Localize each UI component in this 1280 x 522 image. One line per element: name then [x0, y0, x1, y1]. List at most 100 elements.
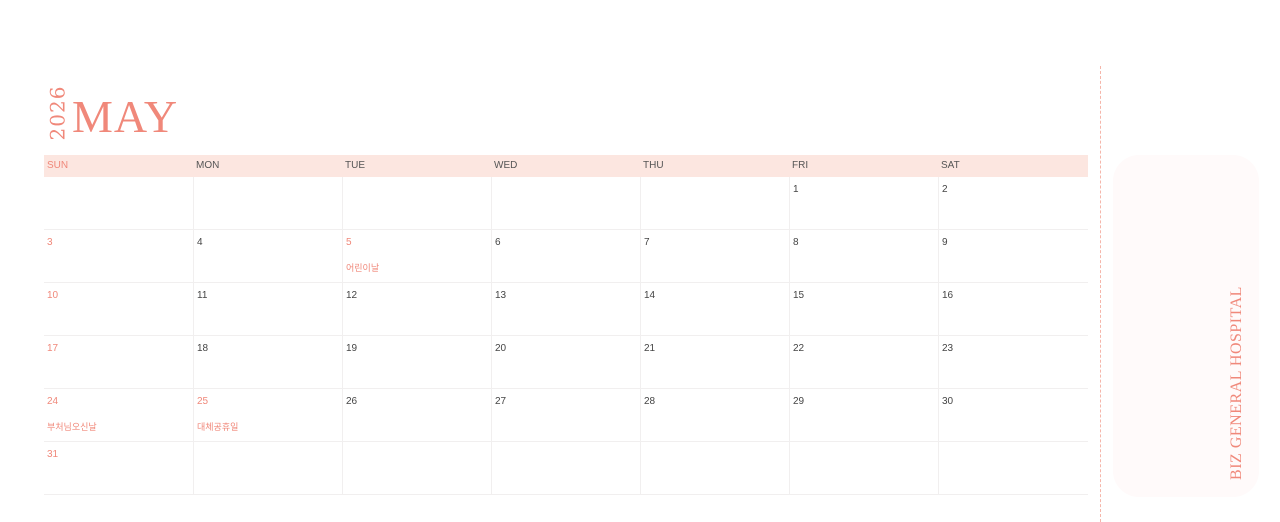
day-cell[interactable]: 11: [193, 283, 342, 335]
day-cell[interactable]: 26: [342, 389, 491, 441]
day-cell[interactable]: 13: [491, 283, 640, 335]
weekday-thu: THU: [643, 160, 664, 171]
weekday-wed: WED: [494, 160, 518, 171]
week-row: 3 4 5 어린이날 6 7 8 9: [44, 230, 1088, 283]
calendar-page: 2026 MAY SUN MON TUE WED THU FRI SAT 123…: [0, 0, 1280, 522]
hospital-name: BIZ GENERAL HOSPITAL: [1222, 280, 1252, 485]
day-cell[interactable]: 23: [938, 336, 1087, 388]
weekday-header-row: SUN MON TUE WED THU FRI SAT: [44, 155, 1088, 177]
weeks-container: 1 2 3 4 5 어린이날 6 7 8 9 10 11 12 13 14 15 16 17 18 19 20 21 22 2…: [44, 177, 1088, 495]
day-cell[interactable]: 12: [342, 283, 491, 335]
day-number: [47, 184, 193, 198]
week-row: 24 부처님오신날 25 대체공휴일 26 27 28 29 30: [44, 389, 1088, 442]
day-number: [346, 449, 491, 463]
day-number: 3: [47, 237, 53, 248]
day-cell[interactable]: [789, 442, 938, 494]
day-number: 18: [197, 343, 209, 354]
week-row: 17 18 19 20 21 22 23: [44, 336, 1088, 389]
day-cell[interactable]: 10: [44, 283, 193, 335]
day-number: 2: [942, 184, 948, 195]
day-number: [495, 449, 640, 463]
day-cell[interactable]: 24 부처님오신날: [44, 389, 193, 441]
day-cell[interactable]: 31: [44, 442, 193, 494]
day-number: [197, 184, 342, 198]
day-number: 29: [793, 396, 805, 407]
dashed-divider: [1100, 66, 1101, 522]
day-cell[interactable]: [193, 177, 342, 229]
day-number: [793, 449, 938, 463]
day-number: 21: [644, 343, 656, 354]
week-row: 31: [44, 442, 1088, 495]
day-number: 12: [346, 290, 358, 301]
day-cell[interactable]: 8: [789, 230, 938, 282]
week-row: 12: [44, 177, 1088, 230]
year-text: 2026: [45, 85, 69, 141]
hospital-name-text: BIZ GENERAL HOSPITAL: [1228, 285, 1246, 480]
day-cell[interactable]: 28: [640, 389, 789, 441]
holiday-label: 대체공휴일: [197, 422, 239, 432]
day-number: 7: [644, 237, 650, 248]
day-number: 11: [197, 290, 208, 301]
day-cell[interactable]: 27: [491, 389, 640, 441]
day-number: 1: [793, 184, 799, 195]
day-cell[interactable]: [342, 442, 491, 494]
day-cell[interactable]: 17: [44, 336, 193, 388]
day-number: 20: [495, 343, 507, 354]
day-cell[interactable]: 2: [938, 177, 1087, 229]
holiday-label: 어린이날: [346, 263, 380, 273]
year-label: 2026: [44, 85, 70, 141]
day-number: 26: [346, 396, 358, 407]
day-cell[interactable]: 14: [640, 283, 789, 335]
day-number: [644, 184, 789, 198]
day-cell[interactable]: 9: [938, 230, 1087, 282]
day-cell[interactable]: 18: [193, 336, 342, 388]
day-number: 10: [47, 290, 59, 301]
day-cell[interactable]: 22: [789, 336, 938, 388]
day-cell[interactable]: 15: [789, 283, 938, 335]
day-cell[interactable]: [342, 177, 491, 229]
day-cell[interactable]: 4: [193, 230, 342, 282]
day-number: 14: [644, 290, 656, 301]
day-cell[interactable]: [640, 442, 789, 494]
day-cell[interactable]: [193, 442, 342, 494]
day-number: 6: [495, 237, 501, 248]
day-cell[interactable]: 20: [491, 336, 640, 388]
weekday-mon: MON: [196, 160, 220, 171]
day-cell[interactable]: 30: [938, 389, 1087, 441]
day-cell[interactable]: [491, 442, 640, 494]
day-number: [197, 449, 342, 463]
day-number: 22: [793, 343, 805, 354]
day-cell[interactable]: 6: [491, 230, 640, 282]
day-cell[interactable]: 16: [938, 283, 1087, 335]
day-cell[interactable]: [938, 442, 1087, 494]
day-number: [644, 449, 789, 463]
day-cell[interactable]: 3: [44, 230, 193, 282]
day-number: 24: [47, 396, 59, 407]
day-number: 23: [942, 343, 954, 354]
day-cell[interactable]: 19: [342, 336, 491, 388]
day-number: 31: [47, 449, 59, 460]
day-number: 9: [942, 237, 948, 248]
weekday-sat: SAT: [941, 160, 960, 171]
calendar-grid: SUN MON TUE WED THU FRI SAT 1 2 3 4 5 어린이날 6 7 8…: [44, 155, 1088, 495]
day-number: 27: [495, 396, 507, 407]
day-number: 17: [47, 343, 59, 354]
day-cell[interactable]: [44, 177, 193, 229]
day-cell[interactable]: 29: [789, 389, 938, 441]
day-cell[interactable]: 25 대체공휴일: [193, 389, 342, 441]
day-cell[interactable]: 21: [640, 336, 789, 388]
day-number: 16: [942, 290, 954, 301]
day-number: 30: [942, 396, 954, 407]
weekday-sun: SUN: [47, 160, 69, 171]
day-number: [346, 184, 491, 198]
day-cell[interactable]: [640, 177, 789, 229]
day-number: 13: [495, 290, 507, 301]
day-cell[interactable]: 1: [789, 177, 938, 229]
week-row: 10 11 12 13 14 15 16: [44, 283, 1088, 336]
day-cell[interactable]: [491, 177, 640, 229]
day-number: 15: [793, 290, 805, 301]
day-number: 19: [346, 343, 358, 354]
day-cell[interactable]: 7: [640, 230, 789, 282]
day-number: 28: [644, 396, 656, 407]
day-cell[interactable]: 5 어린이날: [342, 230, 491, 282]
